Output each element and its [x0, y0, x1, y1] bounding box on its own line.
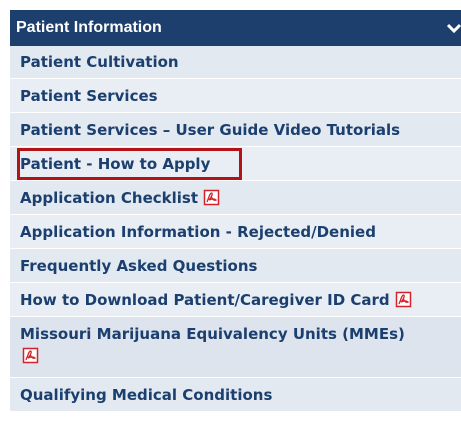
pdf-icon[interactable]: [203, 189, 220, 206]
menu-item-patient-services[interactable]: Patient Services: [10, 79, 461, 113]
menu-item-label: Application Checklist: [20, 188, 199, 207]
menu-item-qualifying-conditions[interactable]: Qualifying Medical Conditions: [10, 378, 461, 412]
highlight-box: [17, 148, 242, 180]
menu-item-label: Missouri Marijuana Equivalency Units (MM…: [20, 325, 405, 343]
menu-item-label: Qualifying Medical Conditions: [20, 385, 273, 404]
menu-item-application-information-rejected[interactable]: Application Information - Rejected/Denie…: [10, 215, 461, 249]
menu-item-label: How to Download Patient/Caregiver ID Car…: [20, 290, 390, 309]
patient-information-menu: Patient Cultivation Patient Services Pat…: [10, 46, 461, 412]
menu-item-label: Frequently Asked Questions: [20, 256, 258, 275]
menu-item-label: Patient Services – User Guide Video Tuto…: [20, 120, 401, 139]
accordion-header[interactable]: Patient Information: [10, 10, 461, 46]
menu-item-download-id-card[interactable]: How to Download Patient/Caregiver ID Car…: [10, 283, 461, 317]
menu-item-mmes[interactable]: Missouri Marijuana Equivalency Units (MM…: [10, 317, 461, 378]
chevron-down-icon[interactable]: [447, 20, 461, 36]
menu-item-user-guide-video-tutorials[interactable]: Patient Services – User Guide Video Tuto…: [10, 113, 461, 147]
menu-item-how-to-apply[interactable]: Patient - How to Apply: [10, 147, 461, 181]
menu-item-label: Patient Cultivation: [20, 53, 179, 71]
menu-item-application-checklist[interactable]: Application Checklist: [10, 181, 461, 215]
menu-item-patient-cultivation[interactable]: Patient Cultivation: [10, 46, 461, 79]
header-title: Patient Information: [16, 19, 162, 36]
menu-item-faq[interactable]: Frequently Asked Questions: [10, 249, 461, 283]
patient-information-panel: Patient Information Patient Cultivation …: [0, 0, 461, 429]
menu-item-label: Application Information - Rejected/Denie…: [20, 222, 376, 241]
pdf-icon[interactable]: [22, 347, 39, 364]
pdf-icon[interactable]: [395, 291, 412, 308]
menu-item-label: Patient Services: [20, 86, 158, 105]
